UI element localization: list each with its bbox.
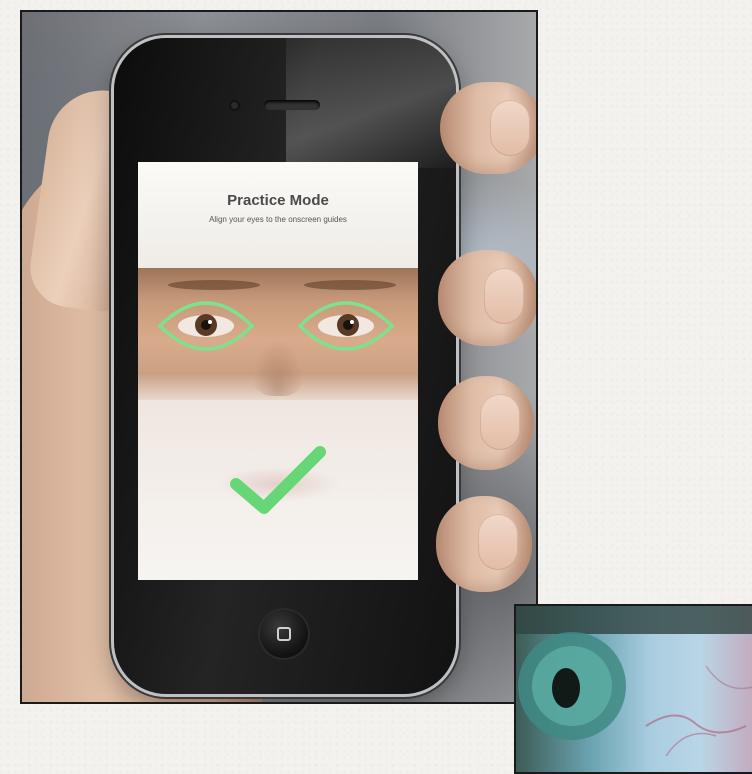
screen-header: Practice Mode Align your eyes to the ons… [138, 162, 418, 268]
right-eye [318, 314, 374, 337]
phone-screen: Practice Mode Align your eyes to the ons… [138, 162, 418, 580]
eye-guides [157, 301, 395, 351]
earpiece-speaker [264, 100, 320, 110]
fingernail [478, 514, 518, 570]
home-button[interactable] [260, 610, 308, 658]
page-title: Practice Mode [227, 192, 329, 209]
eye-closeup-photo [514, 604, 752, 774]
index-finger [440, 82, 536, 174]
eye-closeup [516, 606, 752, 757]
phone-photo: Practice Mode Align your eyes to the ons… [20, 10, 538, 704]
little-finger [436, 496, 532, 592]
fingernail [484, 268, 524, 324]
ring-finger [438, 376, 534, 470]
left-eye [178, 314, 234, 337]
check-icon [230, 446, 326, 514]
middle-finger [438, 250, 536, 346]
home-square-icon [277, 627, 291, 641]
front-camera-icon [229, 100, 240, 111]
eye-camera-view [138, 268, 418, 400]
smartphone: Practice Mode Align your eyes to the ons… [114, 38, 456, 694]
lower-face-area [138, 400, 418, 580]
fingernail [480, 394, 520, 450]
instruction-text: Align your eyes to the onscreen guides [209, 215, 347, 224]
fingernail [490, 100, 530, 156]
